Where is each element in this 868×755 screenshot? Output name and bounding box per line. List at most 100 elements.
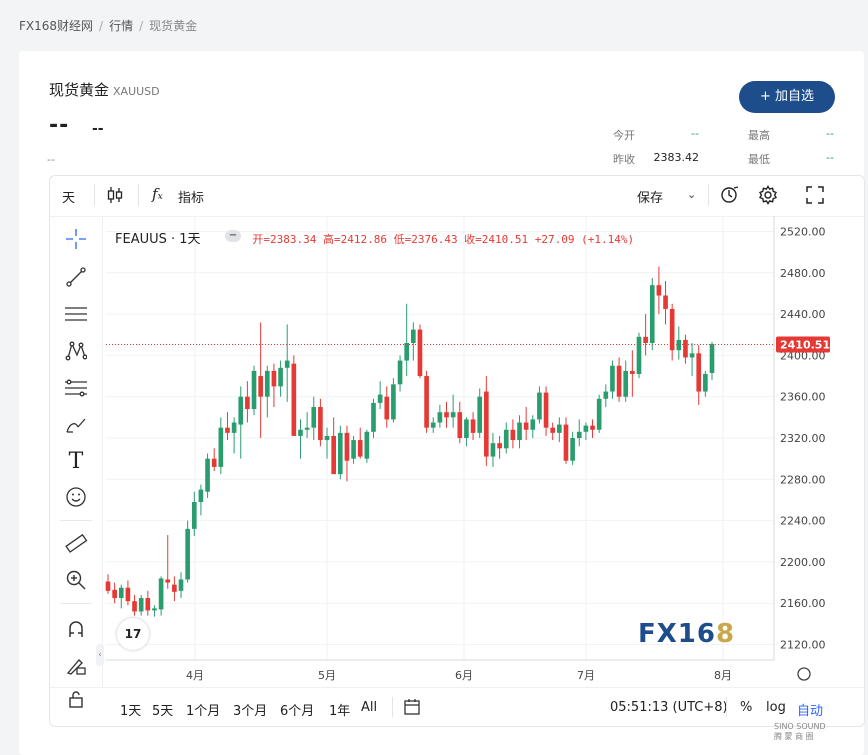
candle-body (703, 373, 708, 392)
x-tick-label: 7月 (577, 669, 595, 682)
candle-body (450, 412, 456, 418)
chart-legend: FEAUUS · 1天 − 开=2383.34 高=2412.86 低=2376… (115, 228, 634, 247)
candle-body (543, 392, 549, 428)
open-value: -- (691, 127, 699, 140)
candle-body (464, 419, 469, 438)
candle-body (470, 419, 476, 433)
candle-body (457, 412, 463, 438)
candle-body (291, 363, 297, 436)
add-watchlist-button[interactable]: + 加自选 (739, 81, 835, 113)
log-toggle[interactable]: log (766, 700, 786, 715)
candle-body (689, 353, 695, 358)
candle-body (132, 601, 137, 612)
candle-body (683, 339, 688, 358)
price-change-percent: -- (47, 153, 55, 166)
price-chart[interactable]: 2120.00 2160.00 2200.00 2240.00 2280.00 2320.… (50, 176, 864, 687)
candle-body (245, 396, 250, 410)
high-label: 最高 (748, 129, 770, 142)
auto-scale-toggle[interactable]: 自动 (797, 700, 823, 719)
y-tick-label: 2320.00 (780, 432, 826, 445)
toolbar-divider (726, 697, 727, 717)
candle-body (430, 422, 436, 428)
candle-body (231, 422, 237, 433)
y-tick-label: 2240.00 (780, 515, 826, 528)
candle-body (563, 424, 569, 461)
range-3m[interactable]: 3个月 (233, 700, 267, 719)
watermark-text: FX16 (638, 619, 716, 649)
legend-toggle-icon[interactable]: − (225, 230, 241, 242)
low-value: -- (826, 151, 834, 164)
chart-bottom-bar: 1天 5天 1个月 3个月 6个月 1年 All 05:51:13 (UTC+8… (50, 687, 864, 726)
instrument-name: 现货黄金 (49, 81, 110, 99)
candle-body (125, 587, 131, 602)
date-range-icon[interactable] (402, 697, 422, 721)
tradingview-logo[interactable]: 17 (117, 618, 149, 650)
candle-body (198, 489, 204, 503)
range-all[interactable]: All (361, 700, 377, 715)
candle-body (497, 443, 502, 449)
candle-body (331, 435, 336, 475)
candle-body (490, 443, 496, 457)
breadcrumb-home[interactable]: FX168财经网 (19, 19, 93, 33)
chart-widget: 天 fx 指标 保存 ⌄ T ‹ 2120.00 2160.00 2200.00… (49, 175, 865, 727)
candle-body (344, 432, 350, 461)
candle-body (357, 440, 363, 457)
candle-body (377, 394, 383, 403)
clock-time[interactable]: 05:51:13 (UTC+8) (610, 700, 728, 715)
prev-close-value: 2383.42 (653, 151, 700, 164)
range-5d[interactable]: 5天 (152, 700, 173, 719)
range-1y[interactable]: 1年 (329, 700, 350, 719)
candle-body (656, 285, 662, 296)
stamp-line-2: 腾 蒙 商 圈 (774, 732, 814, 741)
candle-body (669, 308, 675, 351)
candle-body (384, 396, 390, 420)
last-price-label: 2410.51 (780, 339, 830, 352)
candle-body (636, 336, 642, 374)
y-tick-label: 2120.00 (780, 639, 826, 652)
percent-toggle[interactable]: % (740, 700, 752, 715)
breadcrumb-separator: / (139, 19, 144, 33)
candle-body (258, 376, 263, 397)
candle-body (596, 398, 602, 430)
range-6m[interactable]: 6个月 (280, 700, 314, 719)
range-1m[interactable]: 1个月 (186, 700, 220, 719)
breadcrumb-section[interactable]: 行情 (109, 19, 133, 33)
candle-body (623, 370, 629, 397)
legend-ohlc: 开=2383.34 高=2412.86 低=2376.43 收=2410.51 … (252, 233, 635, 246)
x-tick-label: 6月 (455, 669, 473, 682)
candle-body (138, 598, 144, 612)
candle-body (444, 412, 449, 418)
candle-body (424, 376, 429, 428)
high-value: -- (826, 127, 834, 140)
axis-settings-icon[interactable] (797, 667, 811, 681)
candle-body (337, 432, 343, 475)
candle-body (537, 392, 542, 420)
candle-body (318, 407, 323, 441)
candle-body (238, 396, 244, 425)
candle-body (205, 458, 210, 492)
x-tick-label: 8月 (714, 669, 732, 682)
candle-body (118, 587, 124, 599)
candle-body (311, 407, 317, 428)
current-price: -- (49, 113, 70, 138)
y-tick-label: 2280.00 (780, 473, 826, 486)
y-tick-label: 2480.00 (780, 267, 826, 280)
y-tick-label: 2200.00 (780, 556, 826, 569)
price-change: -- (92, 121, 104, 137)
candle-body (663, 295, 668, 309)
candle-body (709, 344, 715, 373)
toolbar-divider (392, 697, 393, 717)
candle-body (583, 425, 589, 432)
breadcrumb-separator: / (99, 19, 104, 33)
y-tick-label: 2520.00 (780, 225, 826, 238)
y-tick-label: 2440.00 (780, 308, 826, 321)
candle-body (158, 578, 164, 610)
candle-body (417, 329, 423, 377)
x-tick-label: 4月 (186, 669, 204, 682)
candle-body (278, 367, 283, 387)
candle-body (105, 581, 111, 591)
range-1d[interactable]: 1天 (120, 700, 141, 719)
candle-body (590, 425, 595, 430)
instrument-code: XAUUSD (113, 85, 160, 98)
candle-body (616, 365, 622, 397)
